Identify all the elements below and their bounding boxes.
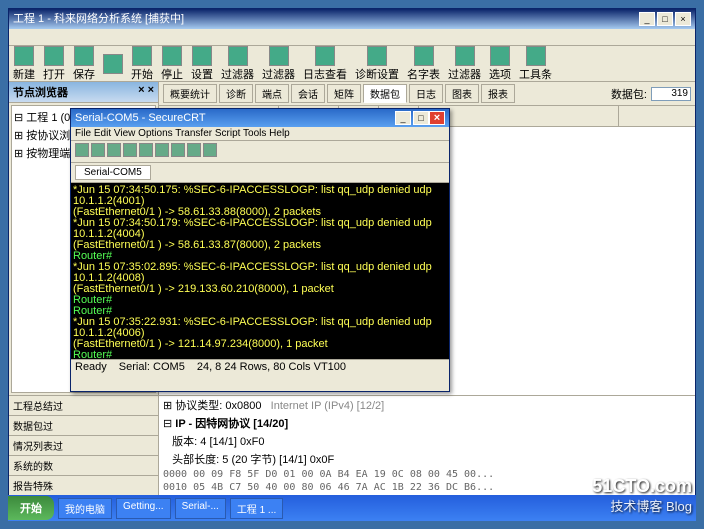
taskbar[interactable]: 开始 我的电脑Getting...Serial-...工程 1 ... [8,495,696,521]
app-title: 工程 1 - 科来网络分析系统 [捕获中] [13,9,184,29]
view-tab[interactable]: 矩阵 [327,84,361,103]
taskbar-item[interactable]: Serial-... [175,498,226,519]
crt-maximize[interactable]: □ [413,111,429,125]
toolbar-btn[interactable]: 日志查看 [303,46,347,82]
securecrt-window[interactable]: Serial-COM5 - SecureCRT _ □ × File Edit … [70,108,450,392]
toolbar-btn[interactable]: 过滤器 [448,46,481,82]
toolbar-btn[interactable]: 过滤器 [221,46,254,82]
view-tabs: 概要统计诊断端点会话矩阵数据包日志图表报表 数据包: [159,82,695,106]
close-button[interactable]: × [675,12,691,26]
crt-tabs[interactable]: Serial-COM5 [71,163,449,183]
crt-session-tab[interactable]: Serial-COM5 [75,165,151,180]
toolbar-btn[interactable]: 工具条 [519,46,552,82]
crt-title-text: Serial-COM5 - SecureCRT [75,109,206,127]
view-tab[interactable]: 诊断 [219,84,253,103]
toolbar-btn[interactable]: 停止 [161,46,183,82]
view-tab[interactable]: 日志 [409,84,443,103]
toolbar-btn[interactable]: 名字表 [407,46,440,82]
node-browser-header[interactable]: 节点浏览器 × × [9,82,158,103]
minimize-button[interactable]: _ [639,12,655,26]
left-tab[interactable]: 报告特殊 [9,475,158,495]
crt-toolbar[interactable] [71,141,449,163]
toolbar-btn[interactable]: 选项 [489,46,511,82]
left-tab[interactable]: 数据包过 [9,415,158,435]
maximize-button[interactable]: □ [657,12,673,26]
toolbar-btn[interactable]: 打开 [43,46,65,82]
crt-menubar[interactable]: File Edit View Options Transfer Script T… [71,127,449,141]
taskbar-item[interactable]: Getting... [116,498,171,519]
left-tab[interactable]: 系统的数 [9,455,158,475]
packet-count: 数据包: [611,86,691,102]
toolbar-btn[interactable]: 诊断设置 [355,46,399,82]
toolbar-btn[interactable]: 新建 [13,46,35,82]
main-menubar[interactable] [9,29,695,46]
watermark-sub: 技术博客 Blog [610,496,692,515]
toolbar-btn[interactable]: 保存 [73,46,95,82]
left-tab[interactable]: 情况列表过 [9,435,158,455]
taskbar-item[interactable]: 我的电脑 [58,498,112,519]
crt-close[interactable]: × [429,111,445,125]
crt-statusbar: Ready Serial: COM5 24, 8 24 Rows, 80 Col… [71,359,449,374]
view-tab[interactable]: 图表 [445,84,479,103]
taskbar-item[interactable]: 工程 1 ... [230,498,283,519]
view-tab[interactable]: 数据包 [363,84,407,103]
view-tab[interactable]: 端点 [255,84,289,103]
start-button[interactable]: 开始 [8,496,54,520]
toolbar-btn[interactable] [103,54,123,74]
left-tab[interactable]: 工程总结过 [9,395,158,415]
toolbar-btn[interactable]: 开始 [131,46,153,82]
view-tab[interactable]: 报表 [481,84,515,103]
toolbar-btn[interactable]: 过滤器 [262,46,295,82]
terminal-output[interactable]: *Jun 15 07:34:50.175: %SEC-6-IPACCESSLOG… [71,183,449,359]
crt-titlebar[interactable]: Serial-COM5 - SecureCRT _ □ × [71,109,449,127]
main-titlebar[interactable]: 工程 1 - 科来网络分析系统 [捕获中] _ □ × [9,9,695,29]
count-input[interactable] [651,87,691,101]
toolbar-btn[interactable]: 设置 [191,46,213,82]
main-toolbar: 新建打开保存开始停止设置过滤器过滤器日志查看诊断设置名字表过滤器选项工具条 [9,46,695,82]
watermark-logo: 51CTO.com [592,476,692,497]
view-tab[interactable]: 会话 [291,84,325,103]
crt-minimize[interactable]: _ [395,111,411,125]
view-tab[interactable]: 概要统计 [163,84,217,103]
